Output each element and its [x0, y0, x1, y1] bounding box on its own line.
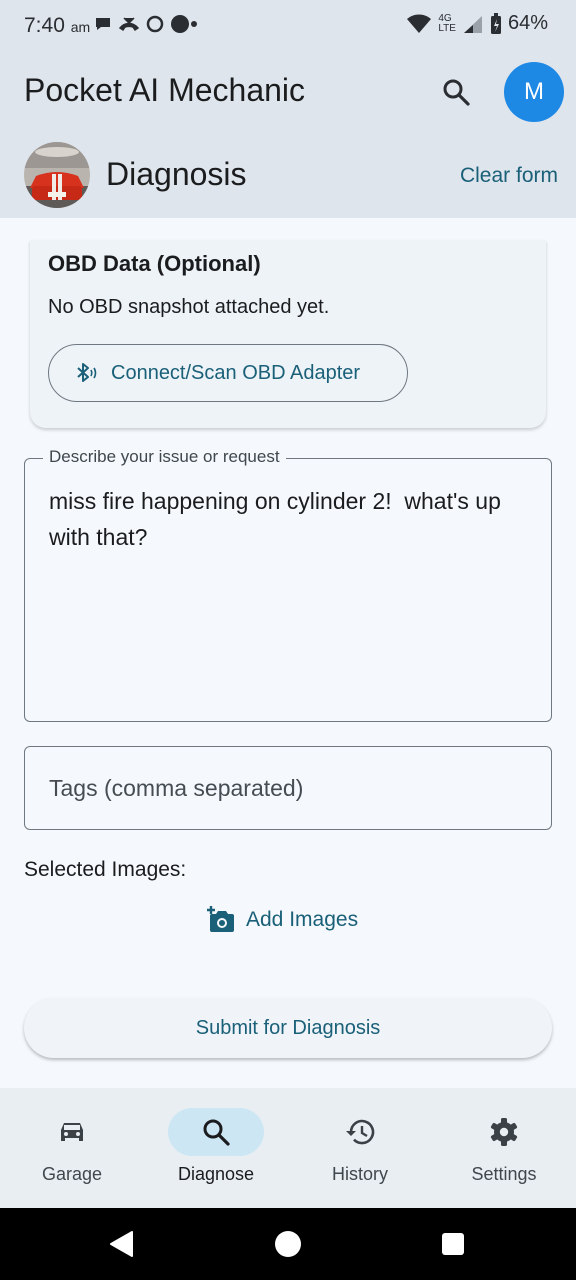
connect-obd-button[interactable]: Connect/Scan OBD Adapter	[48, 344, 408, 402]
selected-images-label: Selected Images:	[24, 858, 187, 881]
search-button[interactable]	[436, 72, 476, 112]
chat-icon	[96, 18, 110, 30]
lte-label: LTE	[438, 22, 456, 34]
app-title: Pocket AI Mechanic	[24, 72, 306, 108]
nav-item-history[interactable]: History	[288, 1088, 432, 1208]
app-bar: Pocket AI Mechanic M Diagnosis Clear for…	[0, 52, 576, 218]
clock-time: 7:40	[24, 14, 65, 37]
battery-icon	[490, 12, 501, 34]
nav-pill-diagnose	[168, 1108, 264, 1156]
status-bar: 7:40 am 4G LTE 64%	[0, 0, 576, 52]
status-time: 7:40 am	[24, 14, 90, 38]
signal-icon	[463, 15, 482, 33]
system-icons: 4G LTE 64%	[406, 12, 548, 35]
missed-call-icon	[118, 17, 140, 32]
nav-item-diagnose[interactable]: Diagnose	[144, 1088, 288, 1208]
obd-card: OBD Data (Optional) No OBD snapshot atta…	[30, 240, 546, 428]
nav-label-settings: Settings	[471, 1164, 537, 1184]
back-icon[interactable]	[108, 1230, 134, 1258]
nav-pill-garage	[24, 1108, 120, 1156]
page-title: Diagnosis	[106, 156, 247, 192]
clear-form-button[interactable]: Clear form	[460, 164, 558, 188]
history-icon	[346, 1119, 375, 1145]
connect-obd-label: Connect/Scan OBD Adapter	[111, 361, 361, 384]
vehicle-avatar[interactable]	[24, 142, 90, 208]
add-images-label: Add Images	[246, 908, 359, 931]
tags-input[interactable]: Tags (comma separated)	[24, 746, 552, 830]
gear-icon	[490, 1118, 518, 1146]
nav-item-settings[interactable]: Settings	[432, 1088, 576, 1208]
issue-description-label: Describe your issue or request	[43, 447, 286, 467]
recents-icon[interactable]	[441, 1232, 465, 1256]
submit-diagnosis-label: Submit for Diagnosis	[195, 1016, 381, 1039]
submit-diagnosis-button[interactable]: Submit for Diagnosis	[24, 998, 552, 1058]
tags-placeholder: Tags (comma separated)	[49, 775, 304, 801]
lte-indicator: 4G LTE	[438, 12, 456, 34]
wifi-icon	[407, 14, 432, 33]
nav-item-garage[interactable]: Garage	[0, 1088, 144, 1208]
search-icon	[203, 1119, 230, 1146]
red-car-photo	[24, 142, 90, 208]
bottom-navigation: Garage Diagnose History Settings	[0, 1088, 576, 1208]
search-icon	[443, 79, 470, 106]
account-avatar[interactable]: M	[504, 62, 564, 122]
clock-am-pm: am	[70, 19, 91, 35]
obd-status-text: No OBD snapshot attached yet.	[48, 296, 330, 318]
nav-label-diagnose: Diagnose	[177, 1164, 255, 1184]
obd-card-title: OBD Data (Optional)	[48, 251, 261, 276]
nav-label-garage: Garage	[41, 1164, 103, 1184]
add-photo-icon	[207, 906, 234, 932]
dark-circle-icon	[171, 15, 197, 33]
issue-description-field[interactable]: Describe your issue or request miss fire…	[24, 447, 552, 722]
nav-label-history: History	[331, 1164, 388, 1184]
circle-app-icon	[146, 15, 164, 33]
system-navigation-bar	[0, 1208, 576, 1280]
network-type: 4G	[438, 12, 452, 24]
car-icon	[61, 1123, 83, 1141]
notification-icons	[94, 14, 198, 34]
battery-percent: 64%	[507, 12, 548, 34]
nav-pill-history	[312, 1108, 408, 1156]
home-icon[interactable]	[274, 1230, 302, 1258]
issue-description-value[interactable]: miss fire happening on cylinder 2! what'…	[49, 483, 527, 555]
bluetooth-searching-icon	[77, 363, 97, 382]
nav-pill-settings	[456, 1108, 552, 1156]
add-images-button[interactable]: Add Images	[206, 906, 358, 934]
